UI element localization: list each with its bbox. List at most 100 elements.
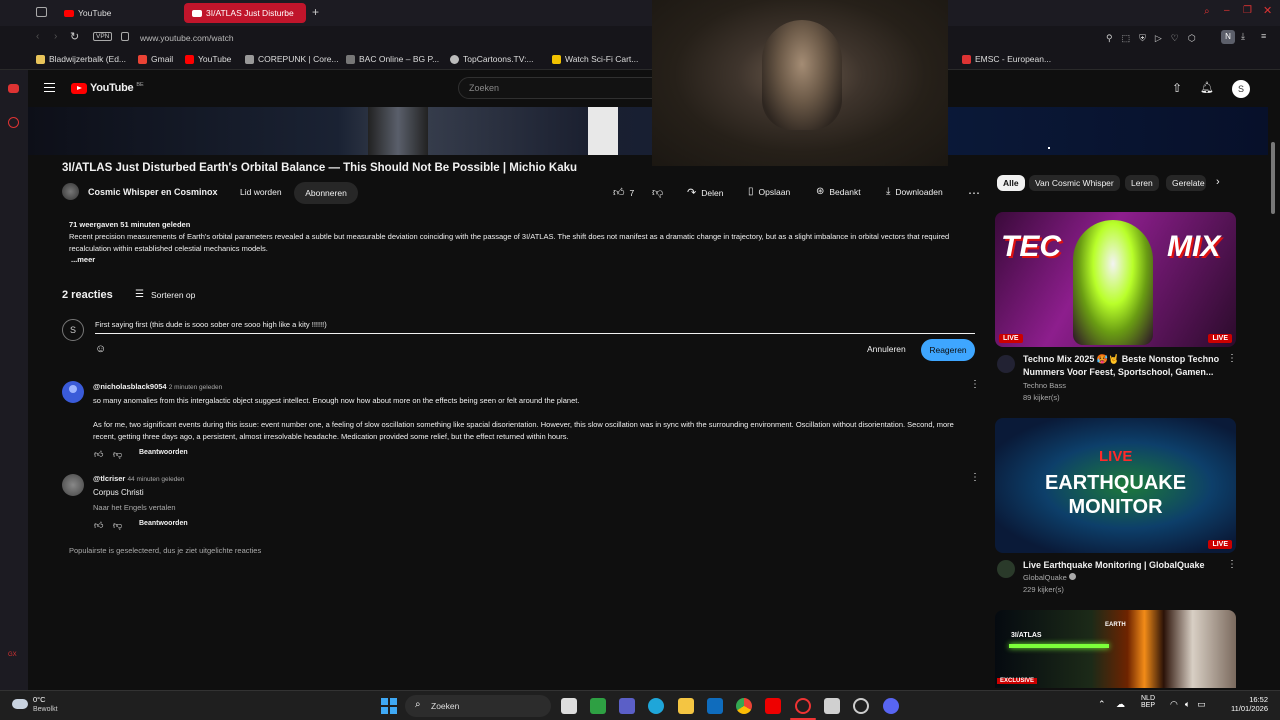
comment-reply-button[interactable]: Beantwoorden bbox=[139, 520, 188, 527]
tab-youtube[interactable]: YouTube bbox=[56, 3, 180, 23]
video-menu-icon[interactable]: ⋮ bbox=[1227, 559, 1237, 570]
comment-time[interactable]: 44 minuten geleden bbox=[127, 476, 184, 483]
comment-like-icon[interactable]: 👍︎ bbox=[94, 449, 103, 460]
subscribe-button[interactable]: Abonneren bbox=[294, 182, 358, 204]
edge-icon[interactable] bbox=[648, 698, 664, 714]
video-title[interactable]: Live Earthquake Monitoring | GlobalQuake bbox=[1023, 559, 1223, 572]
sort-button[interactable]: ☰ Sorteren op bbox=[135, 289, 195, 300]
search-tabs-icon[interactable]: ⌕ bbox=[1204, 6, 1210, 17]
chip-learn[interactable]: Leren bbox=[1125, 175, 1159, 191]
channel-name[interactable]: Cosmic Whisper en Cosminox bbox=[88, 187, 218, 197]
bookmark-item[interactable]: BAC Online – BG P... bbox=[346, 54, 439, 64]
comment-reply-button[interactable]: Beantwoorden bbox=[139, 449, 188, 456]
teams-icon[interactable] bbox=[619, 698, 635, 714]
weather-temp[interactable]: 0°C bbox=[33, 695, 46, 704]
new-tab-icon[interactable]: + bbox=[312, 5, 319, 19]
comment-author[interactable]: @tlcriser bbox=[93, 474, 125, 483]
comment-author[interactable]: @nicholasblack9054 bbox=[93, 382, 167, 391]
comment-time[interactable]: 2 minuten geleden bbox=[169, 384, 223, 391]
video-menu-icon[interactable]: ⋮ bbox=[1227, 353, 1237, 364]
like-button[interactable]: 👍︎ 7 bbox=[613, 186, 634, 199]
bookmark-item[interactable]: EMSC - European... bbox=[962, 54, 1051, 64]
menu-icon[interactable]: ≡ bbox=[1261, 31, 1266, 41]
share-button[interactable]: ↷ Delen bbox=[687, 186, 723, 199]
channel-avatar[interactable] bbox=[62, 183, 79, 200]
save-button[interactable]: ▯ Opslaan bbox=[748, 186, 790, 197]
task-view-icon[interactable] bbox=[561, 698, 577, 714]
scrollbar-thumb[interactable] bbox=[1271, 142, 1275, 214]
extensions-icon[interactable]: ⬡ bbox=[1188, 33, 1196, 44]
play-icon[interactable]: ▷ bbox=[1155, 33, 1162, 44]
url-field[interactable]: www.youtube.com/watch bbox=[140, 33, 234, 43]
clock[interactable]: 16:52 11/01/2026 bbox=[1222, 695, 1268, 713]
workspaces-icon[interactable] bbox=[36, 7, 47, 17]
pin-icon[interactable]: ⚲ bbox=[1106, 33, 1113, 44]
discord-icon[interactable] bbox=[883, 698, 899, 714]
bookmark-item[interactable]: Bladwijzerbalk (Ed... bbox=[36, 54, 126, 64]
clock-icon[interactable] bbox=[8, 117, 19, 128]
video-channel[interactable]: Techno Bass bbox=[1023, 381, 1066, 390]
maximize-icon[interactable]: ❐ bbox=[1243, 5, 1252, 16]
channel-avatar[interactable] bbox=[997, 560, 1015, 578]
heart-icon[interactable]: ♡ bbox=[1171, 33, 1179, 44]
emoji-icon[interactable]: ☺ bbox=[95, 343, 106, 355]
battery-icon[interactable]: ▭ bbox=[1197, 699, 1206, 710]
forward-icon[interactable]: › bbox=[54, 31, 57, 42]
bookmark-item[interactable]: YouTube bbox=[185, 54, 231, 64]
comment-avatar[interactable] bbox=[62, 474, 84, 496]
explorer-icon[interactable] bbox=[678, 698, 694, 714]
thanks-button[interactable]: ⊛ Bedankt bbox=[816, 186, 861, 197]
gamepad-icon[interactable] bbox=[8, 84, 19, 93]
bookmark-item[interactable]: Gmail bbox=[138, 54, 173, 64]
onedrive-icon[interactable]: ☁ bbox=[1116, 699, 1125, 710]
taskbar-search[interactable]: ⌕ Zoeken bbox=[405, 695, 551, 717]
comment-like-icon[interactable]: 👍︎ bbox=[94, 520, 103, 531]
opera-gx-icon[interactable] bbox=[795, 698, 811, 714]
youtube-logo[interactable]: YouTube BE bbox=[71, 82, 144, 94]
chip-channel[interactable]: Van Cosmic Whisper bbox=[1029, 175, 1120, 191]
search-input[interactable]: Zoeken bbox=[469, 83, 499, 93]
chevron-right-icon[interactable]: › bbox=[1216, 176, 1220, 188]
weather-text[interactable]: Bewolkt bbox=[33, 706, 58, 713]
youtube-app-icon[interactable] bbox=[765, 698, 781, 714]
comment-dislike-icon[interactable]: 👎︎ bbox=[113, 449, 122, 460]
description-box[interactable]: 71 weergaven 51 minuten geleden Recent p… bbox=[62, 216, 972, 268]
chrome-icon[interactable] bbox=[736, 698, 752, 714]
video-thumbnail[interactable]: TEC MIX LIVE LIVE bbox=[995, 212, 1236, 347]
shield-icon[interactable]: ⛨ bbox=[1139, 33, 1146, 44]
calculator-icon[interactable] bbox=[824, 698, 840, 714]
language-indicator[interactable]: NLD BEP bbox=[1141, 695, 1155, 709]
profile-badge[interactable]: N bbox=[1221, 30, 1235, 44]
volume-icon[interactable]: 🔈︎ bbox=[1185, 699, 1190, 710]
hamburger-icon[interactable] bbox=[44, 83, 55, 92]
bookmark-item[interactable]: Watch Sci-Fi Cart... bbox=[552, 54, 638, 64]
chip-all[interactable]: Alle bbox=[997, 175, 1025, 191]
comment-dislike-icon[interactable]: 👎︎ bbox=[113, 520, 122, 531]
settings-gear-icon[interactable] bbox=[853, 698, 869, 714]
bookmark-item[interactable]: TopCartoons.TV:... bbox=[450, 54, 534, 64]
wifi-icon[interactable]: ◠ bbox=[1170, 699, 1178, 710]
download-button[interactable]: ⤓ Downloaden bbox=[886, 186, 943, 197]
close-icon[interactable]: ✕ bbox=[1263, 4, 1272, 17]
search-box[interactable]: Zoeken bbox=[458, 77, 653, 99]
video-title[interactable]: Techno Mix 2025 🥵🤘 Beste Nonstop Techno … bbox=[1023, 353, 1223, 379]
minimize-icon[interactable]: – bbox=[1224, 5, 1230, 16]
vpn-badge[interactable]: VPN bbox=[93, 32, 113, 41]
join-button[interactable]: Lid worden bbox=[240, 187, 282, 197]
chevron-up-icon[interactable]: ⌃ bbox=[1098, 699, 1106, 710]
gx-icon[interactable]: GX bbox=[8, 652, 17, 658]
windows-start-icon[interactable] bbox=[381, 698, 397, 714]
translate-link[interactable]: Naar het Engels vertalen bbox=[93, 503, 176, 512]
cancel-button[interactable]: Annuleren bbox=[867, 344, 906, 354]
system-tray[interactable]: ◠ 🔈︎ ▭ bbox=[1170, 699, 1206, 710]
lock-icon[interactable] bbox=[121, 32, 129, 41]
upload-icon[interactable]: ⇧ bbox=[1172, 81, 1182, 95]
video-thumbnail[interactable]: 3I/ATLAS EARTH EXCLUSIVE bbox=[995, 610, 1236, 688]
comment-avatar[interactable] bbox=[62, 381, 84, 403]
description-more[interactable]: ...meer bbox=[71, 255, 95, 264]
reply-submit-button[interactable]: Reageren bbox=[921, 339, 975, 361]
comment-menu-icon[interactable]: ⋮ bbox=[970, 379, 980, 390]
store-icon[interactable] bbox=[590, 698, 606, 714]
download-icon[interactable]: ⤓ bbox=[1241, 31, 1245, 42]
back-icon[interactable]: ‹ bbox=[36, 31, 39, 42]
